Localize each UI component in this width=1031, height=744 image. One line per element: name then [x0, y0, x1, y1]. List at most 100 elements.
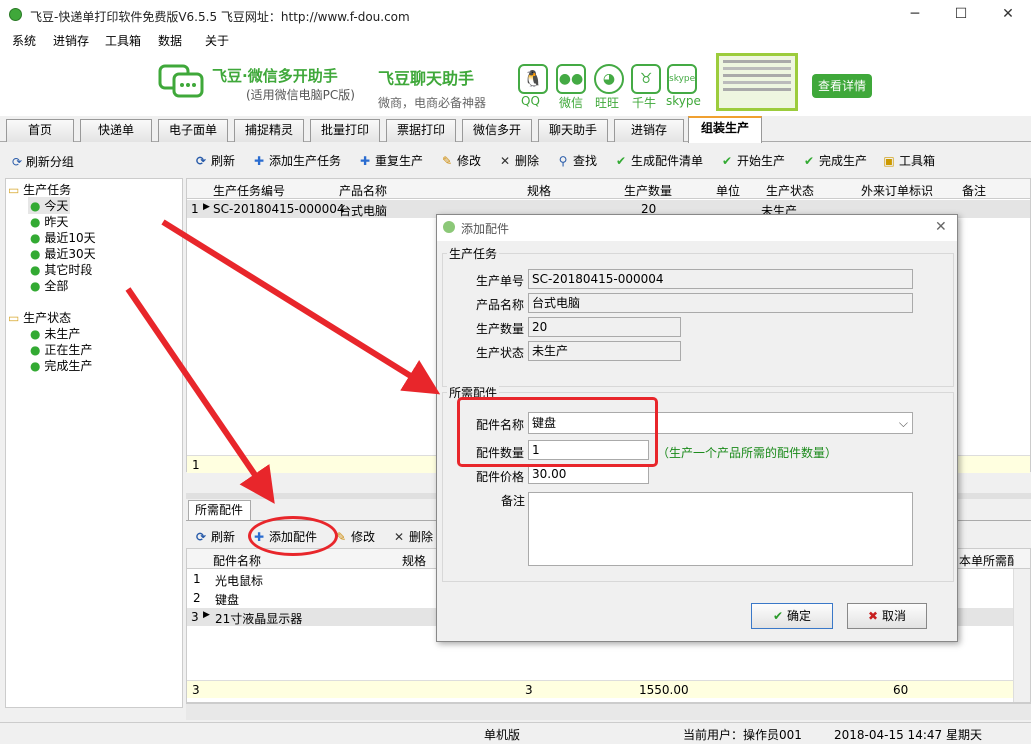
production-status-field[interactable]: 未生产	[528, 341, 681, 361]
col-spec[interactable]: 规格	[527, 182, 551, 199]
part-price-input[interactable]: 30.00	[528, 464, 649, 484]
remark-textarea[interactable]	[528, 492, 913, 566]
col-part-name[interactable]: 配件名称	[213, 552, 261, 569]
tree-item-all[interactable]: ● 全部	[30, 277, 68, 294]
menu-about[interactable]: 关于	[205, 32, 229, 49]
label-part-price: 配件价格	[476, 470, 525, 484]
row-number: 2	[193, 591, 201, 605]
menu-data[interactable]: 数据	[158, 32, 182, 49]
refresh-groups-button[interactable]: ⟳ 刷新分组	[12, 153, 74, 170]
tree-item-today[interactable]: ● 今天	[28, 197, 71, 214]
delete-icon: ✕	[499, 154, 511, 168]
parts-refresh-button[interactable]: ⟳ 刷新	[194, 526, 235, 548]
minimize-icon[interactable]: ─	[905, 6, 925, 22]
col-status[interactable]: 生产状态	[766, 182, 814, 199]
finish-production-button[interactable]: ✔ 完成生产	[802, 150, 867, 172]
col-qty[interactable]: 生产数量	[624, 182, 672, 199]
start-production-button[interactable]: ✔ 开始生产	[720, 150, 785, 172]
tab-chat-assistant[interactable]: 聊天助手	[538, 119, 608, 142]
main-tabs: 首页 快递单 电子面单 捕捉精灵 批量打印 票据打印 微信多开 聊天助手 进销存…	[0, 116, 1031, 143]
refresh-button[interactable]: ⟳ 刷新	[194, 150, 235, 172]
tree-item-in-progress[interactable]: ● 正在生产	[30, 341, 92, 358]
close-icon[interactable]: ✕	[998, 6, 1018, 22]
tree-item-other[interactable]: ● 其它时段	[30, 261, 92, 278]
tree-item-last30[interactable]: ● 最近30天	[30, 245, 96, 262]
check-icon: ✔	[615, 154, 627, 168]
ad-banner[interactable]: 飞豆·微信多开助手 (适用微信电脑PC版) 飞豆聊天助手 微商，电商必备神器 🐧…	[0, 50, 1031, 116]
toolbox-button[interactable]: ▣ 工具箱	[882, 150, 935, 172]
product-name-field[interactable]: 台式电脑	[528, 293, 913, 313]
col-unit[interactable]: 单位	[716, 182, 740, 199]
edit-button[interactable]: ✎ 修改	[440, 150, 481, 172]
repeat-production-button[interactable]: ✚ 重复生产	[358, 150, 423, 172]
order-no-field[interactable]: SC-20180415-000004	[528, 269, 913, 289]
find-button[interactable]: ⚲ 查找	[556, 150, 597, 172]
banner-brand-suffix: ·微信多开助手	[242, 67, 338, 85]
cell-task-id: SC-20180415-000004	[213, 202, 345, 216]
tab-batch-print[interactable]: 批量打印	[310, 119, 380, 142]
col-remark[interactable]: 备注	[962, 182, 986, 199]
tab-capture[interactable]: 捕捉精灵	[234, 119, 304, 142]
menu-system[interactable]: 系统	[12, 32, 36, 49]
tab-inventory[interactable]: 进销存	[614, 119, 684, 142]
tree-item-last10[interactable]: ● 最近10天	[30, 229, 96, 246]
cancel-button[interactable]: ✖ 取消	[847, 603, 927, 629]
col-task-id[interactable]: 生产任务编号	[213, 182, 285, 199]
delete-icon: ✕	[393, 530, 405, 544]
add-task-button[interactable]: ✚ 添加生产任务	[252, 150, 341, 172]
ok-button[interactable]: ✔ 确定	[751, 603, 833, 629]
plus-icon: ✚	[253, 154, 265, 168]
tab-bill-print[interactable]: 票据打印	[386, 119, 456, 142]
details-button[interactable]: 查看详情	[812, 74, 872, 98]
cell-part-name: 21寸液晶显示器	[215, 612, 303, 626]
status-mode: 单机版	[484, 728, 521, 742]
tab-e-waybill[interactable]: 电子面单	[158, 119, 228, 142]
parts-scrollbar[interactable]	[1013, 569, 1030, 702]
tree-item-not-started[interactable]: ● 未生产	[30, 325, 80, 342]
folder-icon: ▭	[8, 311, 20, 325]
group-tree: ▭ 生产任务 ● 今天 ● 昨天 ● 最近10天 ● 最近30天 ● 其它时段 …	[5, 178, 183, 708]
tab-wechat-multi[interactable]: 微信多开	[462, 119, 532, 142]
production-qty-field[interactable]: 20	[528, 317, 681, 337]
icon-label-qianniu: 千牛	[632, 96, 657, 110]
tree-item-done[interactable]: ● 完成生产	[30, 357, 92, 374]
tree-group-tasks[interactable]: ▭ 生产任务	[8, 181, 71, 198]
generate-parts-list-button[interactable]: ✔ 生成配件清单	[614, 150, 703, 172]
menu-toolbox[interactable]: 工具箱	[105, 32, 141, 49]
tab-express[interactable]: 快递单	[80, 119, 152, 142]
horizontal-scrollbar[interactable]	[186, 703, 1031, 720]
dialog-title-bar: 添加配件 ✕	[437, 215, 957, 241]
col-external-order[interactable]: 外来订单标识	[861, 182, 933, 199]
app-icon	[9, 8, 22, 21]
delete-button[interactable]: ✕ 删除	[498, 150, 539, 172]
label-production-status: 生产状态	[476, 346, 525, 360]
chat-logo-icon	[158, 64, 206, 100]
tree-item-yesterday[interactable]: ● 昨天	[30, 213, 68, 230]
bullet-icon: ●	[30, 279, 41, 293]
parts-edit-button[interactable]: ✎ 修改	[334, 526, 375, 548]
edit-icon: ✎	[441, 154, 453, 168]
tab-required-parts[interactable]: 所需配件	[188, 500, 251, 520]
main-toolbar: ⟳ 刷新 ✚ 添加生产任务 ✚ 重复生产 ✎ 修改 ✕ 删除 ⚲ 查找 ✔ 生成配件清单 ✔ 开…	[194, 150, 1024, 172]
dialog-close-icon[interactable]: ✕	[935, 219, 947, 235]
tab-assembly[interactable]: 组装生产	[688, 116, 762, 143]
parts-grid-footer: 3 3 1550.00 60	[187, 680, 1030, 698]
screenshot-thumbnail	[716, 53, 798, 111]
bullet-icon: ●	[30, 247, 41, 261]
task-grid-header: 生产任务编号 产品名称 规格 生产数量 单位 生产状态 外来订单标识 备注	[187, 179, 1030, 199]
parts-delete-button[interactable]: ✕ 删除	[392, 526, 433, 548]
wechat-icon: ●●	[556, 64, 586, 94]
col-part-required[interactable]: 本单所需配	[959, 552, 1014, 569]
col-part-spec[interactable]: 规格	[402, 552, 426, 569]
banner-sub2: 微商，电商必备神器	[378, 96, 487, 110]
qianniu-icon: ♉	[631, 64, 661, 94]
label-remark: 备注	[501, 494, 526, 508]
tab-home[interactable]: 首页	[6, 119, 74, 142]
menu-inventory[interactable]: 进销存	[53, 32, 89, 49]
footer-total-b: 1550.00	[639, 683, 689, 697]
maximize-icon[interactable]: ☐	[951, 6, 971, 22]
tree-group-status[interactable]: ▭ 生产状态	[8, 309, 71, 326]
icon-label-wangwang: 旺旺	[595, 96, 620, 110]
banner-title2: 飞豆聊天助手	[378, 69, 475, 88]
col-product-name[interactable]: 产品名称	[339, 182, 387, 199]
